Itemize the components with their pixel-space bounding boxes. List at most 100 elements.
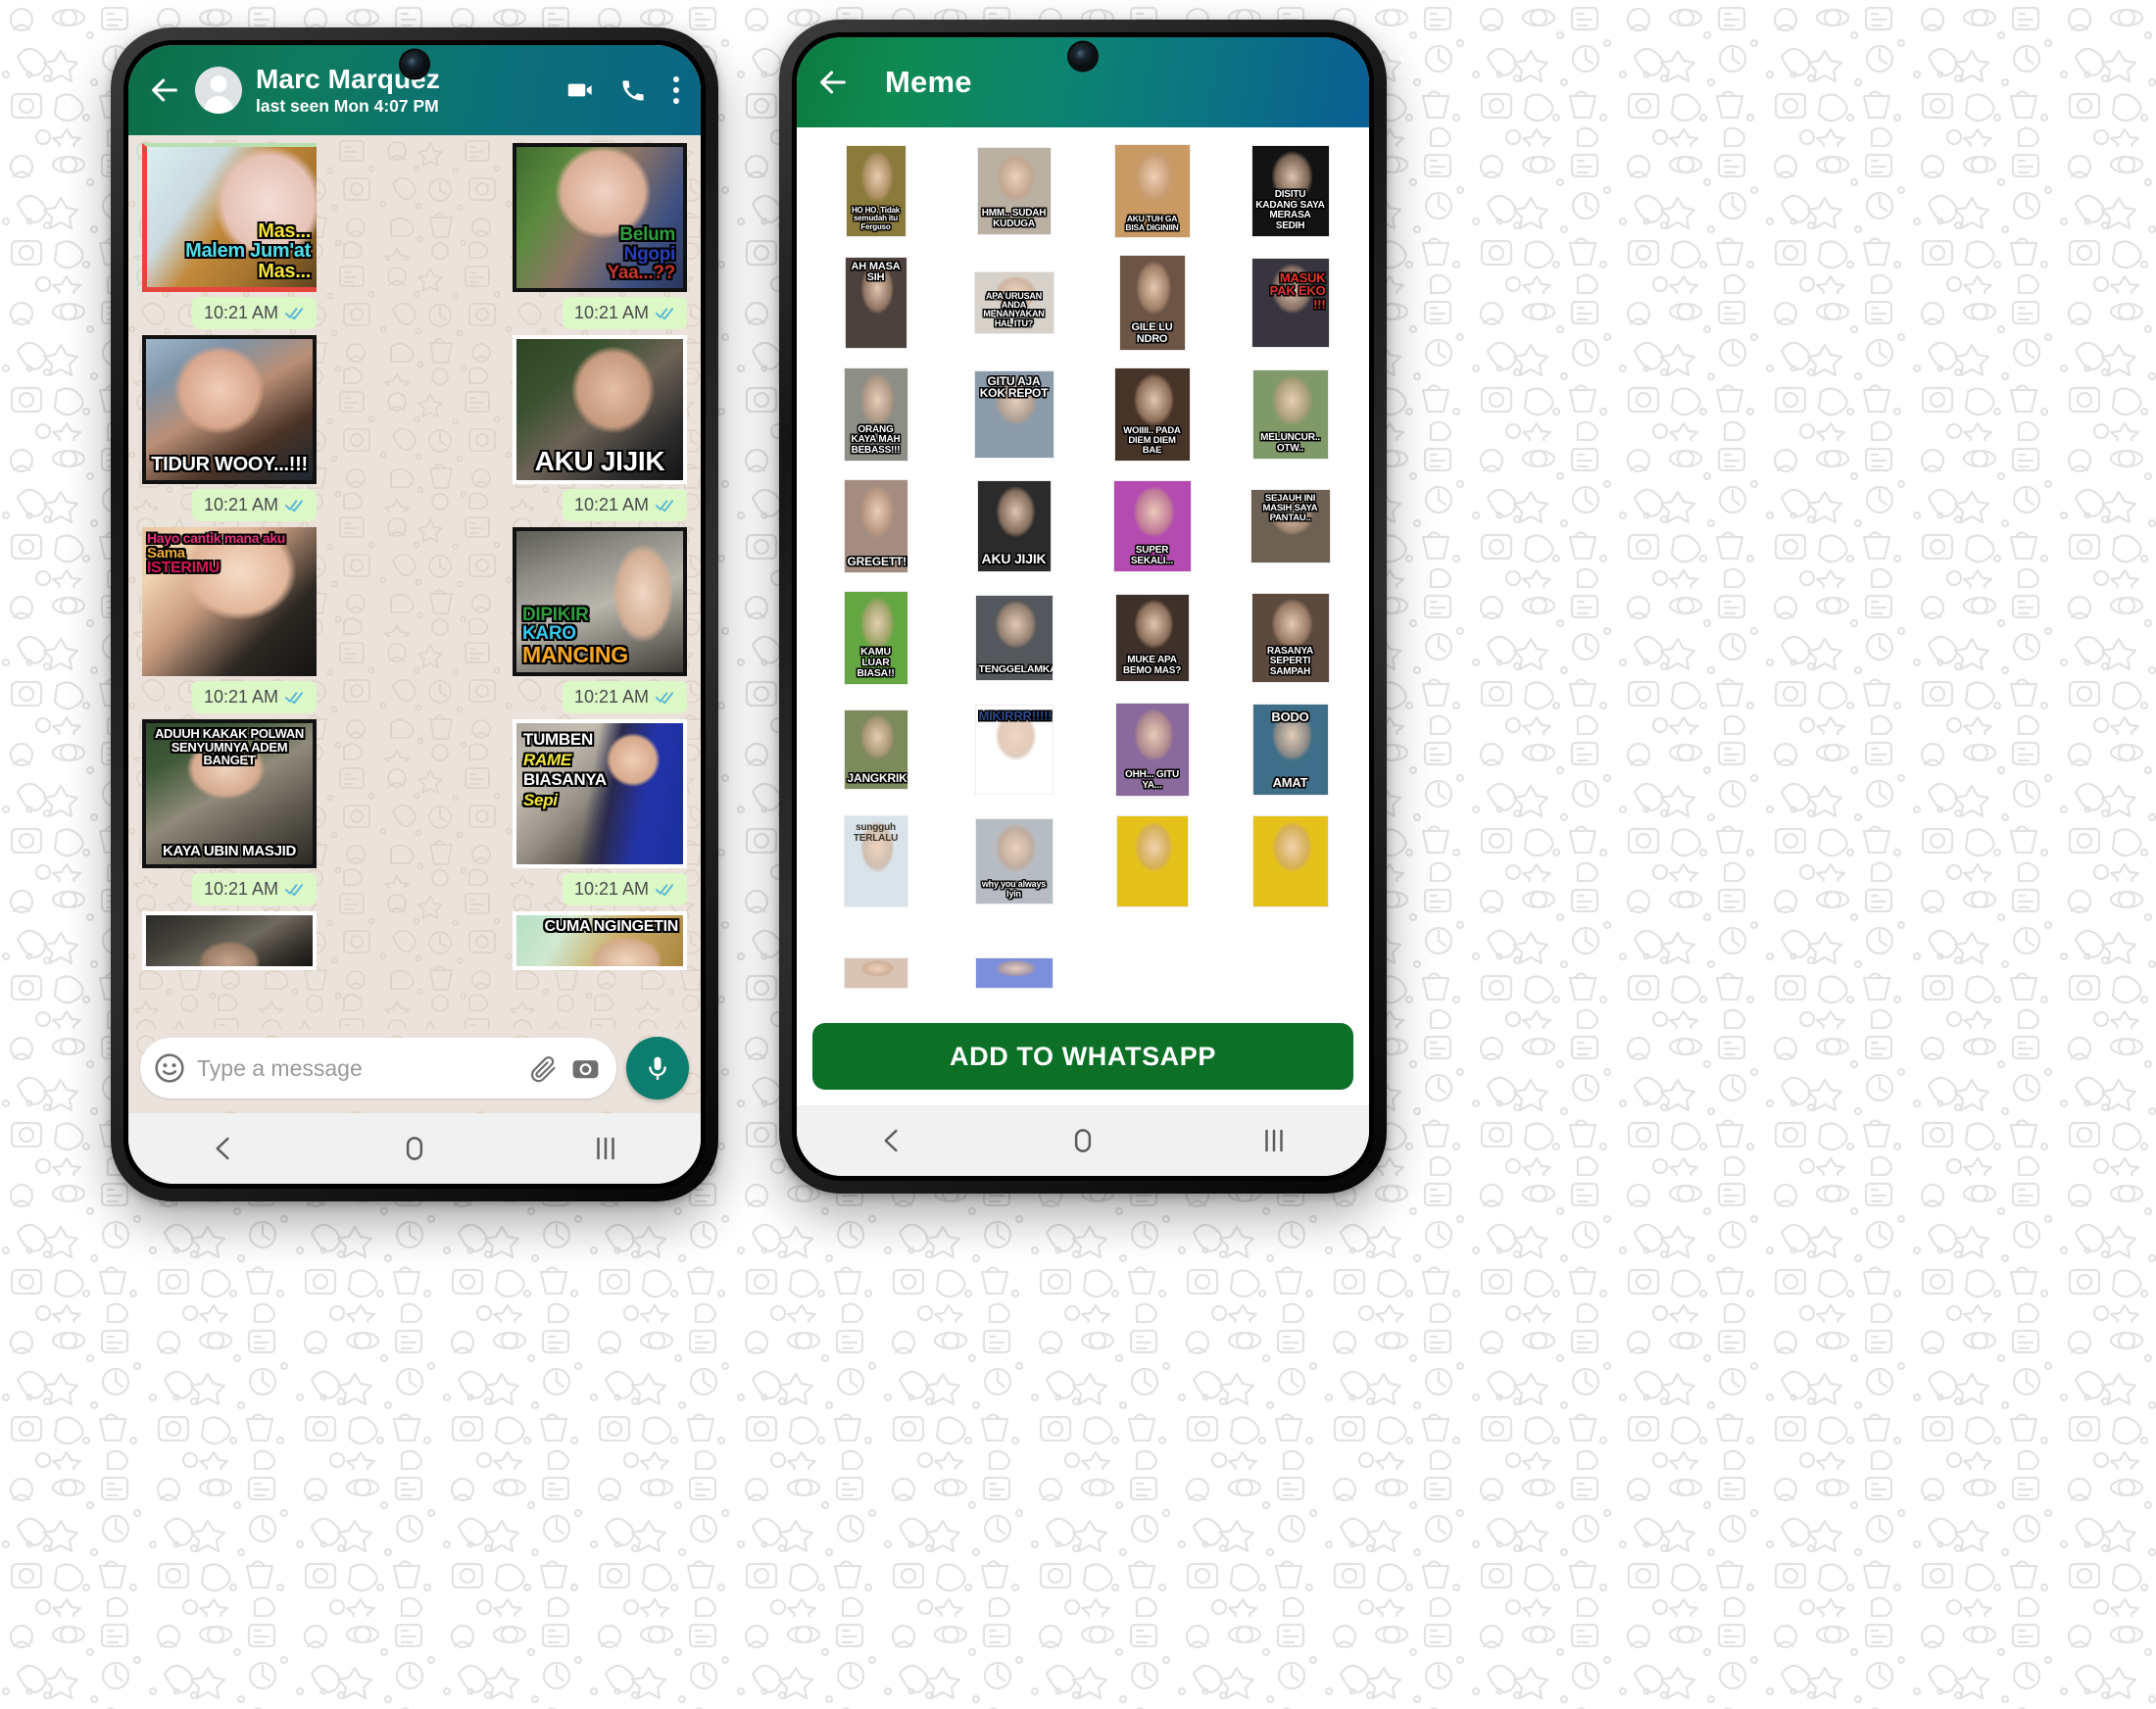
sticker-grid-cell: MELUNCUR.. OTW..	[1225, 366, 1355, 463]
sticker-grid-cell: MASUK PAK EKO !!!	[1225, 255, 1355, 351]
sticker-thumbnail[interactable]: WOIIII.. PADA DIEM DIEM BAE	[1114, 368, 1190, 461]
sticker-caption: ORANG KAYA MAH BEBASS!!!	[851, 423, 901, 456]
phone-call-icon[interactable]	[619, 76, 647, 104]
sticker-dipikir-karo-mancing[interactable]: DIPIKIR KARO MANCING	[513, 527, 687, 676]
sticker-thumbnail[interactable]	[975, 958, 1053, 988]
sticker-thumbnail[interactable]: GREGETT!!	[844, 480, 907, 572]
sticker-thumbnail[interactable]: MELUNCUR.. OTW..	[1252, 370, 1328, 459]
sticker-belum-ngopi[interactable]: Belum Ngopi Yaa...??	[513, 143, 687, 292]
sticker-thumbnail[interactable]: DISITU KADANG SAYA MERASA SEDIH	[1251, 146, 1329, 236]
sticker-malem-jumat[interactable]: Mas... Malem Jum'at Mas...	[142, 143, 317, 292]
message-timestamp: 10:21 AM	[191, 873, 317, 905]
sticker-caption: RASANYA SEPERTI SAMPAH	[1266, 645, 1314, 677]
sticker-grid-cell: DISITU KADANG SAYA MERASA SEDIH	[1225, 143, 1355, 239]
front-camera-punchhole	[401, 51, 428, 77]
sticker-thumbnail[interactable]: APA URUSAN ANDA MENANYAKAN HAL ITU?	[974, 272, 1054, 333]
sticker-caption: APA URUSAN ANDA MENANYAKAN HAL ITU?	[983, 290, 1045, 328]
sticker-caption-line: Yaa...??	[607, 263, 676, 284]
sticker-thumbnail[interactable]	[844, 958, 907, 988]
sticker-caption-line: DIPIKIR	[522, 604, 589, 625]
paperclip-icon[interactable]	[528, 1053, 559, 1084]
chat-message-list: Mas... Malem Jum'at Mas... 10:21 AM Belu…	[128, 135, 701, 1029]
sticker-thumbnail[interactable]: KAMU LUAR BIASA!!	[844, 592, 907, 684]
timestamp-text: 10:21 AM	[573, 495, 649, 514]
sticker-caption: SEJAUH INI MASIH SAYA PANTAU..	[1262, 493, 1318, 523]
sticker-thumbnail[interactable]: why you always lyin	[975, 819, 1053, 903]
sticker-thumbnail[interactable]	[1116, 816, 1188, 906]
sticker-caption-line: RAME	[523, 750, 571, 769]
add-to-whatsapp-button[interactable]: ADD TO WHATSAPP	[812, 1023, 1353, 1090]
sticker-caption: MASUK PAK EKO !!!	[1269, 269, 1326, 312]
sticker-thumbnail[interactable]: OHH... GITU YA...	[1115, 704, 1189, 796]
nav-home-icon[interactable]	[400, 1134, 429, 1163]
timestamp-text: 10:21 AM	[573, 303, 649, 322]
sticker-thumbnail[interactable]: GITU AJA KOK REPOT	[974, 371, 1054, 458]
sticker-thumbnail[interactable]: sungguh TERLALU	[844, 816, 907, 906]
sticker-thumbnail[interactable]: TENGGELAMKAN	[975, 596, 1053, 680]
timestamp-text: 10:21 AM	[203, 687, 278, 707]
nav-back-icon[interactable]	[209, 1134, 238, 1163]
sticker-thumbnail[interactable]: BODO AMAT	[1252, 705, 1328, 795]
sticker-thumbnail[interactable]: AKU TUH GA BISA DIGINIIN	[1114, 145, 1190, 237]
sticker-grid-cell: JANGKRIK	[810, 702, 941, 798]
sticker-caption: MUKE APA BEMO MAS?	[1122, 655, 1182, 676]
overflow-menu-icon[interactable]	[672, 76, 679, 104]
message-input-pill[interactable]: Type a message	[140, 1038, 616, 1099]
sticker-thumbnail[interactable]: GILE LU NDRO	[1119, 256, 1185, 350]
back-arrow-icon[interactable]	[816, 66, 850, 99]
message-row: TIDUR WOOY...!!! 10:21 AM AKU JIJIK 10:2…	[142, 335, 687, 521]
sticker-thumbnail[interactable]: AH MASA SIH	[845, 258, 906, 348]
sticker-message: AKU JIJIK 10:21 AM	[513, 335, 687, 521]
sticker-thumbnail[interactable]: ORANG KAYA MAH BEBASS!!!	[844, 368, 907, 461]
sticker-caption-line: Ngopi	[623, 243, 676, 265]
sticker-kakak-polwan[interactable]: ADUUH KAKAK POLWAN SENYUMNYA ADEM BANGET…	[142, 719, 317, 868]
nav-recents-icon[interactable]	[591, 1134, 620, 1163]
message-timestamp: 10:21 AM	[562, 681, 687, 713]
sticker-caption: KAMU LUAR BIASA!!	[857, 646, 895, 680]
sticker-caption-line: Mas...	[258, 261, 311, 283]
message-input[interactable]: Type a message	[197, 1055, 516, 1082]
timestamp-text: 10:21 AM	[203, 495, 278, 514]
sticker-thumbnail[interactable]: SEJAUH INI MASIH SAYA PANTAU..	[1250, 490, 1330, 562]
sticker-grid: HO HO. Tidak semudah itu Ferguso HMM.. SU…	[810, 143, 1355, 1013]
emoji-smiley-icon[interactable]	[154, 1052, 185, 1084]
sticker-message: TUMBEN RAME BIASANYA Sepi 10:21 AM	[513, 719, 687, 905]
sticker-tidur-wooy[interactable]: TIDUR WOOY...!!!	[142, 335, 317, 484]
sticker-hayo-cantik[interactable]: Hayo cantik mana aku Sama ISTERIMU	[142, 527, 317, 676]
sticker-aku-jijik[interactable]: AKU JIJIK	[513, 335, 687, 484]
add-button-container: ADD TO WHATSAPP	[797, 1013, 1369, 1105]
sticker-grid-cell: GITU AJA KOK REPOT	[949, 366, 1079, 463]
camera-icon[interactable]	[570, 1053, 601, 1084]
sticker-grid-cell: RASANYA SEPERTI SAMPAH	[1225, 590, 1355, 686]
back-arrow-icon[interactable]	[148, 73, 181, 107]
sticker-caption: WOIIII.. PADA DIEM DIEM BAE	[1123, 425, 1181, 457]
sticker-thumbnail[interactable]: HMM.. SUDAH KUDUGA	[977, 148, 1051, 234]
sticker-thumbnail[interactable]: MUKE APA BEMO MAS?	[1115, 595, 1189, 681]
nav-back-icon[interactable]	[877, 1126, 906, 1155]
sticker-cuma-ngingetin[interactable]: CUMA NGINGETIN	[513, 911, 687, 970]
sticker-thumbnail[interactable]: SUPER SEKALI...	[1113, 481, 1191, 571]
sticker-partial-left[interactable]	[142, 911, 317, 970]
sticker-thumbnail[interactable]: JANGKRIK	[844, 710, 907, 789]
sticker-grid-cell: HMM.. SUDAH KUDUGA	[949, 143, 1079, 239]
double-check-icon	[656, 307, 676, 319]
sticker-thumbnail[interactable]: MIKIRRR!!!!!	[975, 706, 1053, 794]
sticker-tumben-rame[interactable]: TUMBEN RAME BIASANYA Sepi	[513, 719, 687, 868]
double-check-icon	[285, 307, 306, 319]
sticker-thumbnail[interactable]	[1252, 816, 1328, 906]
voice-record-button[interactable]	[626, 1037, 689, 1099]
nav-home-icon[interactable]	[1068, 1126, 1098, 1155]
sticker-caption: TIDUR WOOY...!!!	[151, 454, 308, 476]
nav-recents-icon[interactable]	[1259, 1126, 1289, 1155]
video-call-icon[interactable]	[566, 76, 594, 104]
sticker-message: Mas... Malem Jum'at Mas... 10:21 AM	[142, 143, 317, 329]
sticker-grid-cell: KAMU LUAR BIASA!!	[810, 590, 941, 686]
sticker-thumbnail[interactable]: RASANYA SEPERTI SAMPAH	[1251, 594, 1329, 682]
page-title: Meme	[885, 65, 972, 99]
sticker-thumbnail[interactable]: HO HO. Tidak semudah itu Ferguso	[846, 146, 906, 236]
sticker-thumbnail[interactable]: MASUK PAK EKO !!!	[1251, 259, 1329, 347]
sticker-thumbnail[interactable]: AKU JIJIK	[977, 481, 1051, 571]
avatar[interactable]	[195, 67, 242, 114]
sticker-caption-bottom: KAYA UBIN MASJID	[162, 843, 297, 860]
sticker-grid-cell	[1087, 813, 1217, 909]
